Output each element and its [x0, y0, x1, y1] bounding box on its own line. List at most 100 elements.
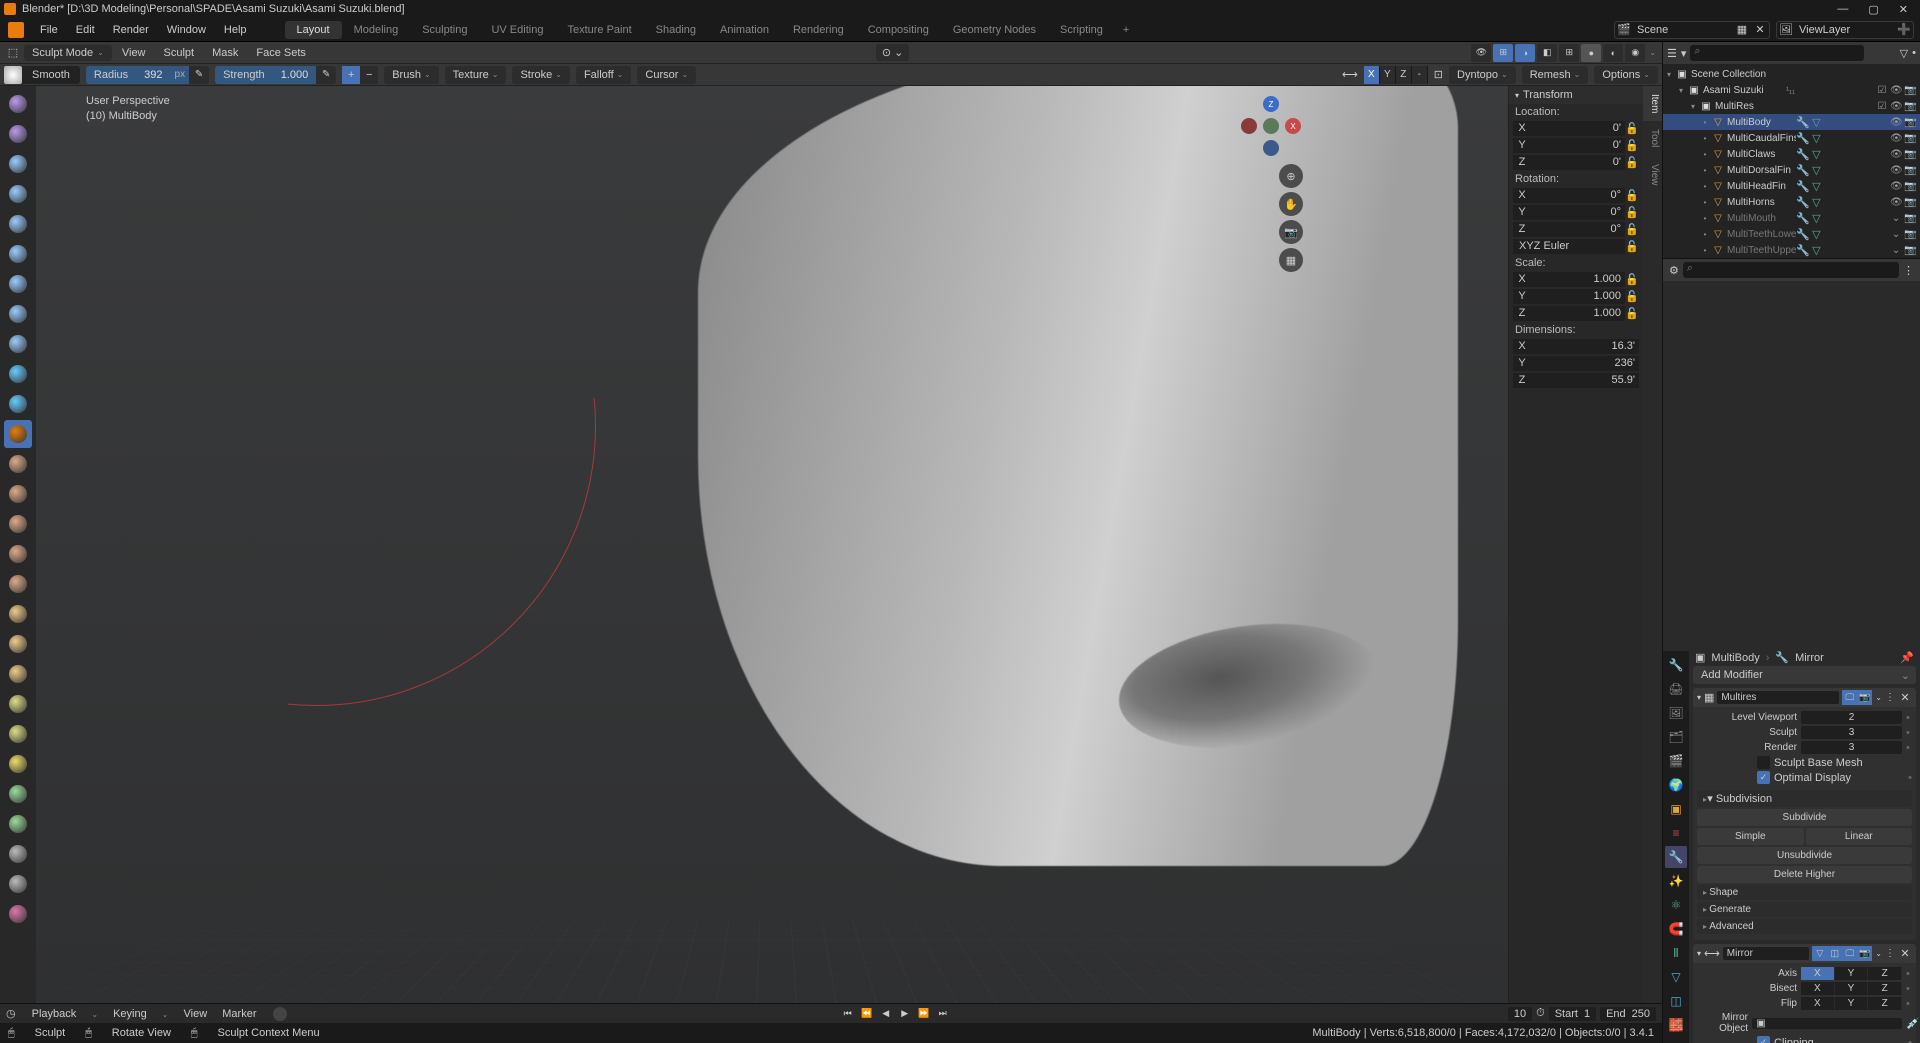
mod-realtime-toggle[interactable]: 🖵	[1842, 946, 1857, 961]
sculpt-tool-16[interactable]	[4, 570, 32, 598]
workspace-tab-compositing[interactable]: Compositing	[856, 21, 941, 39]
mod-realtime-toggle[interactable]: 🖵	[1842, 690, 1857, 705]
options-dropdown[interactable]: Options⌄	[1594, 66, 1658, 84]
loc-z[interactable]: 0'	[1531, 155, 1625, 170]
radius-pressure-icon[interactable]: ✎	[189, 66, 209, 84]
level-viewport-value[interactable]: 2	[1801, 711, 1902, 724]
shading-dropdown[interactable]: ⌄	[1647, 48, 1658, 57]
falloff-dropdown[interactable]: Falloff⌄	[576, 66, 631, 84]
outliner-search[interactable]	[1690, 45, 1864, 61]
outliner-filter-icon[interactable]: ▽	[1900, 47, 1908, 60]
sculpt-tool-1[interactable]	[4, 120, 32, 148]
scene-selector[interactable]: 🎬 ▦ ✕	[1614, 21, 1770, 39]
workspace-tab-animation[interactable]: Animation	[708, 21, 781, 39]
mirror-flip-seg[interactable]: XYZ	[1801, 997, 1902, 1010]
current-frame[interactable]: 10	[1508, 1007, 1532, 1021]
lock-icon[interactable]: ⊡	[1434, 68, 1443, 81]
viewlayer-selector[interactable]: 🖼 ➕	[1776, 21, 1914, 39]
mod-render-toggle[interactable]: 📷	[1857, 690, 1872, 705]
pin-icon[interactable]: 📌	[1900, 651, 1914, 664]
mod-cage-toggle[interactable]: ◫	[1827, 946, 1842, 961]
shading-rendered-icon[interactable]: ◉	[1625, 44, 1645, 62]
menu-render[interactable]: Render	[105, 21, 157, 39]
keyframe-next[interactable]: ⏩	[916, 1007, 932, 1021]
menu-window[interactable]: Window	[159, 21, 214, 39]
simple-button[interactable]: Simple	[1697, 828, 1804, 845]
brush-dropdown[interactable]: Brush⌄	[384, 66, 438, 84]
mod-menu-icon[interactable]: ⋮	[1885, 948, 1895, 959]
strength-slider[interactable]: Strength 1.000 ✎	[215, 66, 336, 84]
sculpt-tool-2[interactable]	[4, 150, 32, 178]
multires-name-field[interactable]: Multires	[1717, 691, 1839, 704]
mirror-axes[interactable]: X Y Z -	[1364, 66, 1428, 84]
prop-tab-9[interactable]: ✨	[1665, 870, 1687, 892]
add-modifier-dropdown[interactable]: Add Modifier	[1693, 666, 1916, 684]
collapse-icon[interactable]: ▾	[1697, 949, 1701, 958]
shading-wire-icon[interactable]: ⊞	[1559, 44, 1579, 62]
shape-section[interactable]: Shape	[1697, 885, 1912, 900]
lock-icon[interactable]: 🔓	[1625, 122, 1639, 135]
outliner-item-multihorns[interactable]: •▽MultiHorns🔧▽👁📷	[1663, 194, 1920, 210]
viewport[interactable]: User Perspective (10) MultiBody Z X ⊕ ✋ …	[0, 86, 1662, 1003]
prop-tab-0[interactable]: 🔧	[1665, 654, 1687, 676]
linear-button[interactable]: Linear	[1806, 828, 1913, 845]
properties-options-icon[interactable]: ⋮	[1903, 264, 1914, 277]
outliner-item-multires[interactable]: ▾▣MultiRes☑👁📷	[1663, 98, 1920, 114]
properties-editor-icon[interactable]: ⚙	[1669, 264, 1679, 277]
overlay-icon[interactable]: ◑	[1515, 44, 1535, 62]
dim-z[interactable]: 55.9'	[1531, 373, 1639, 388]
scene-browse-icon[interactable]: ▦	[1733, 23, 1751, 36]
outliner-new-collection-icon[interactable]: •	[1912, 47, 1916, 59]
sculpt-tool-24[interactable]	[4, 810, 32, 838]
sculpt-tool-8[interactable]	[4, 330, 32, 358]
mod-delete-icon[interactable]: ✕	[1898, 947, 1912, 960]
sculpt-tool-19[interactable]	[4, 660, 32, 688]
editor-type-icon[interactable]: ⬚	[4, 46, 22, 59]
workspace-tab-modeling[interactable]: Modeling	[342, 21, 411, 39]
gizmo-neg-z[interactable]	[1263, 140, 1279, 156]
mirror-axis-seg[interactable]: XYZ	[1801, 967, 1902, 980]
outliner-item-multiteethlower[interactable]: •▽MultiTeethLower🔧▽⌄📷	[1663, 226, 1920, 242]
menu-file[interactable]: File	[32, 21, 66, 39]
prop-tab-15[interactable]: 🧱	[1665, 1014, 1687, 1036]
prop-tab-3[interactable]: 🗂	[1665, 726, 1687, 748]
sculpt-tool-17[interactable]	[4, 600, 32, 628]
direction-toggle[interactable]: + −	[342, 66, 378, 84]
outliner-editor-icon[interactable]: ☰	[1667, 47, 1677, 60]
scale-x[interactable]: 1.000	[1531, 272, 1625, 287]
prop-tab-1[interactable]: 🖨	[1665, 678, 1687, 700]
ntab-item[interactable]: Item	[1643, 86, 1662, 121]
gizmo-z[interactable]: Z	[1263, 96, 1279, 112]
scene-collection[interactable]: ▾▣Scene Collection	[1663, 66, 1920, 82]
menu-edit[interactable]: Edit	[68, 21, 103, 39]
preview-range-icon[interactable]: ⏱	[1536, 1007, 1545, 1021]
eyedropper-icon[interactable]: 💉	[1906, 1017, 1912, 1030]
mod-menu-icon[interactable]: ⋮	[1885, 692, 1895, 703]
sculpt-tool-25[interactable]	[4, 840, 32, 868]
scale-y[interactable]: 1.000	[1531, 289, 1625, 304]
texture-dropdown[interactable]: Texture⌄	[445, 66, 507, 84]
sculpt-tool-0[interactable]	[4, 90, 32, 118]
workspace-tab-sculpting[interactable]: Sculpting	[410, 21, 479, 39]
prop-tab-7[interactable]: ≡	[1665, 822, 1687, 844]
autokey-icon[interactable]	[273, 1007, 287, 1021]
gizmo-icon[interactable]: ⊞	[1493, 44, 1513, 62]
sculpt-tool-22[interactable]	[4, 750, 32, 778]
dyntopo-dropdown[interactable]: Dyntopo⌄	[1449, 66, 1516, 84]
mirror-object-field[interactable]: ▣	[1752, 1018, 1902, 1029]
properties-search[interactable]	[1683, 262, 1899, 278]
3d-canvas[interactable]: User Perspective (10) MultiBody Z X ⊕ ✋ …	[36, 86, 1508, 1003]
subdivide-button[interactable]: Subdivide	[1697, 809, 1912, 826]
close-button[interactable]: ✕	[1899, 3, 1908, 16]
mirror-x[interactable]: X	[1364, 66, 1380, 84]
shading-solid-icon[interactable]: ●	[1581, 44, 1601, 62]
jump-end[interactable]: ⏭	[935, 1007, 951, 1021]
sculpt-tool-6[interactable]	[4, 270, 32, 298]
subdivision-section[interactable]: ▾ Subdivision	[1697, 790, 1912, 807]
ntab-view[interactable]: View	[1643, 156, 1662, 194]
maximize-button[interactable]: ▢	[1868, 3, 1878, 16]
sculpt-tool-18[interactable]	[4, 630, 32, 658]
prop-tab-8[interactable]: 🔧	[1665, 846, 1687, 868]
outliner-display-mode[interactable]: ▾	[1681, 47, 1687, 60]
sculpt-tool-11[interactable]	[4, 420, 32, 448]
